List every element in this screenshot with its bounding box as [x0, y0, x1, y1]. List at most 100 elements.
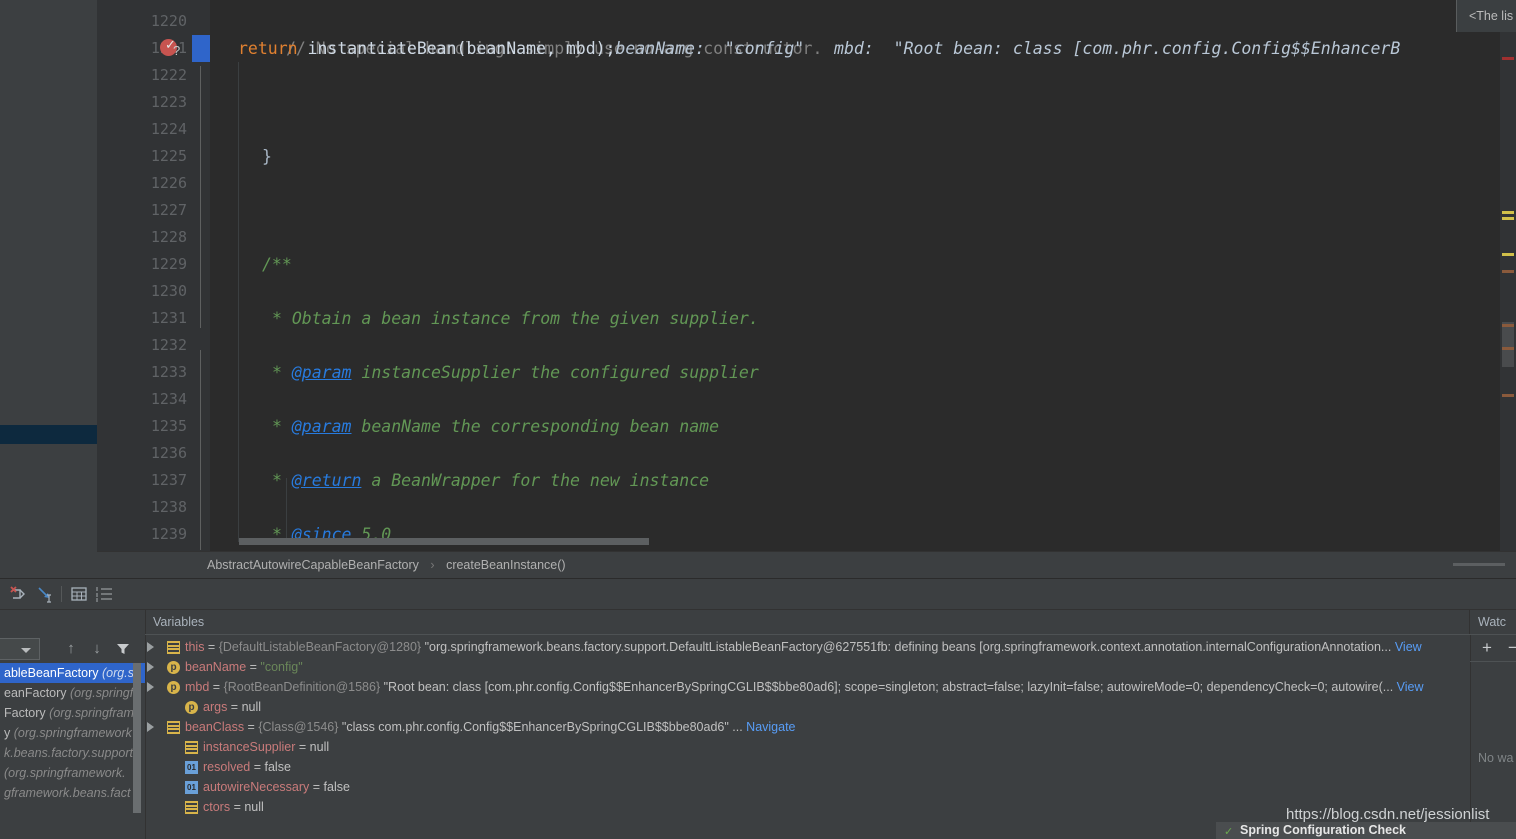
variable-row[interactable]: ctors = null: [145, 797, 1470, 817]
fold-region-outer[interactable]: [196, 0, 206, 551]
variable-row[interactable]: p beanName = "config": [145, 657, 1470, 677]
field-icon: [185, 741, 198, 754]
variable-value: "class com.phr.config.Config$$EnhancerBy…: [338, 720, 743, 734]
line-number: 1224: [150, 120, 187, 138]
idea-debugger-window: 1220122112221223122412251226122712281229…: [0, 0, 1516, 839]
variable-row[interactable]: p args = null: [145, 697, 1470, 717]
check-icon: ✓: [1224, 826, 1234, 838]
frames-list[interactable]: ableBeanFactory (org.s eanFactory (org.sp…: [0, 663, 145, 803]
variable-action-link[interactable]: Navigate: [743, 720, 795, 734]
expand-arrow-icon[interactable]: [147, 662, 154, 672]
code-line-1222: }: [210, 143, 1146, 170]
variable-row[interactable]: 01 autowireNecessary = false: [145, 777, 1470, 797]
field-icon: [185, 801, 198, 814]
line-number: 1232: [150, 336, 187, 354]
watches-empty-message: No wa: [1478, 751, 1514, 765]
variable-equals: =: [246, 660, 261, 674]
settings-list-icon[interactable]: [95, 584, 115, 604]
line-number: 1237: [150, 471, 187, 489]
field-icon: [167, 721, 180, 734]
spring-configuration-check-notification[interactable]: ✓ Spring Configuration Check: [1216, 822, 1516, 839]
frames-toolbar[interactable]: ↑ ↓: [0, 635, 145, 663]
watches-toolbar[interactable]: + −: [1470, 635, 1516, 662]
left-panel-selected-row[interactable]: [0, 425, 97, 444]
frame-package: (org.springfr: [66, 686, 138, 700]
expand-arrow-icon[interactable]: [147, 682, 154, 692]
frame-list-item[interactable]: y (org.springframework: [0, 723, 145, 743]
breadcrumb[interactable]: AbstractAutowireCapableBeanFactory › cre…: [97, 551, 1516, 577]
add-watch-button[interactable]: +: [1482, 639, 1492, 656]
source-code: // No special handling: simply use no-ar…: [210, 8, 1146, 551]
line-number: 1239: [150, 525, 187, 543]
step-into-icon[interactable]: [36, 584, 56, 604]
mute-breakpoints-icon[interactable]: [9, 584, 29, 604]
variable-equals: =: [295, 740, 310, 754]
stripe-scroll-thumb[interactable]: [1502, 322, 1514, 367]
line-1227-tag: @param: [291, 417, 352, 436]
variable-row[interactable]: 01 resolved = false: [145, 757, 1470, 777]
bool-icon: 01: [185, 781, 198, 794]
variable-row[interactable]: instanceSupplier = null: [145, 737, 1470, 757]
frame-package: (org.s: [98, 666, 134, 680]
remove-watch-button[interactable]: −: [1508, 639, 1516, 656]
step-up-icon[interactable]: ↑: [62, 640, 80, 658]
expand-arrow-icon[interactable]: [147, 642, 154, 652]
variable-ref-id: {DefaultListableBeanFactory@1280}: [218, 640, 422, 654]
error-stripe-gutter[interactable]: [1499, 0, 1516, 551]
line-number: 1230: [150, 282, 187, 300]
frame-method: ableBeanFactory: [4, 666, 99, 680]
variables-panel[interactable]: this = {DefaultListableBeanFactory@1280}…: [145, 635, 1471, 839]
frames-panel[interactable]: ↑ ↓ ableBeanFactory (org.s eanFactory (or…: [0, 635, 146, 839]
breakpoint-conditional-icon[interactable]: ✓ ?: [160, 38, 180, 58]
breadcrumb-class[interactable]: AbstractAutowireCapableBeanFactory: [207, 558, 419, 572]
line-1227-rest: beanName the corresponding bean name: [351, 417, 720, 436]
frame-list-item[interactable]: Factory (org.springfram: [0, 703, 145, 723]
line-1224-text: /**: [262, 255, 292, 274]
frame-package: (org.springframework: [10, 726, 132, 740]
line-number: 1236: [150, 444, 187, 462]
variable-name: resolved: [203, 760, 251, 774]
code-text-area[interactable]: // No special handling: simply use no-ar…: [210, 0, 1516, 551]
debugger-toolbar[interactable]: [0, 579, 1516, 610]
frames-panel-title: [0, 609, 146, 635]
watermark-url: https://blog.csdn.net/jessionlist: [1286, 806, 1490, 823]
variable-value: null: [244, 800, 264, 814]
evaluate-table-icon[interactable]: [69, 584, 89, 604]
variable-action-link[interactable]: View: [1391, 640, 1422, 654]
frame-list-item[interactable]: gframework.beans.fact: [0, 783, 145, 803]
frame-list-item[interactable]: k.beans.factory.support: [0, 743, 145, 763]
line-number: 1229: [150, 255, 187, 273]
line-number: 1220: [150, 12, 187, 30]
line-number: 1234: [150, 390, 187, 408]
variable-action-link[interactable]: View: [1393, 680, 1424, 694]
line-number: 1231: [150, 309, 187, 327]
editor-horizontal-scrollbar[interactable]: [210, 538, 1425, 545]
filter-icon[interactable]: [114, 640, 132, 658]
variable-row[interactable]: beanClass = {Class@1546} "class com.phr.…: [145, 717, 1470, 737]
variable-row[interactable]: p mbd = {RootBeanDefinition@1586} "Root b…: [145, 677, 1470, 697]
code-folding-column[interactable]: [192, 0, 399, 551]
thread-selector-dropdown[interactable]: [0, 638, 40, 660]
line-number: 1233: [150, 363, 187, 381]
variable-ref-id: {RootBeanDefinition@1586}: [223, 680, 381, 694]
breadcrumb-method[interactable]: createBeanInstance(): [446, 558, 566, 572]
hidden-left-tool-panel[interactable]: [0, 0, 98, 551]
current-line-source: return instantiateBean(beanName, mbd);be…: [210, 35, 1400, 62]
variable-value: false: [264, 760, 291, 774]
frame-list-item[interactable]: (org.springframework.: [0, 763, 145, 783]
expand-arrow-icon[interactable]: [147, 722, 154, 732]
frame-package: gframework.beans.fact: [4, 786, 131, 800]
frame-list-item[interactable]: ableBeanFactory (org.s: [0, 663, 145, 683]
variable-name: mbd: [185, 680, 210, 694]
variables-tree[interactable]: this = {DefaultListableBeanFactory@1280}…: [145, 635, 1470, 817]
editor-area[interactable]: 1220122112221223122412251226122712281229…: [0, 0, 1516, 551]
frame-list-item[interactable]: eanFactory (org.springfr: [0, 683, 145, 703]
line-1221-inline-hint: beanName: "config" mbd: "Root bean: clas…: [615, 39, 1401, 58]
step-down-icon[interactable]: ↓: [88, 640, 106, 658]
breadcrumb-scroll-indicator: [1453, 563, 1505, 566]
variables-panel-title: Variables: [145, 609, 1470, 635]
variable-row[interactable]: this = {DefaultListableBeanFactory@1280}…: [145, 637, 1470, 657]
variable-equals: =: [230, 800, 245, 814]
frames-scrollbar[interactable]: [133, 663, 141, 813]
code-line-1226: * @param instanceSupplier the configured…: [272, 363, 759, 382]
